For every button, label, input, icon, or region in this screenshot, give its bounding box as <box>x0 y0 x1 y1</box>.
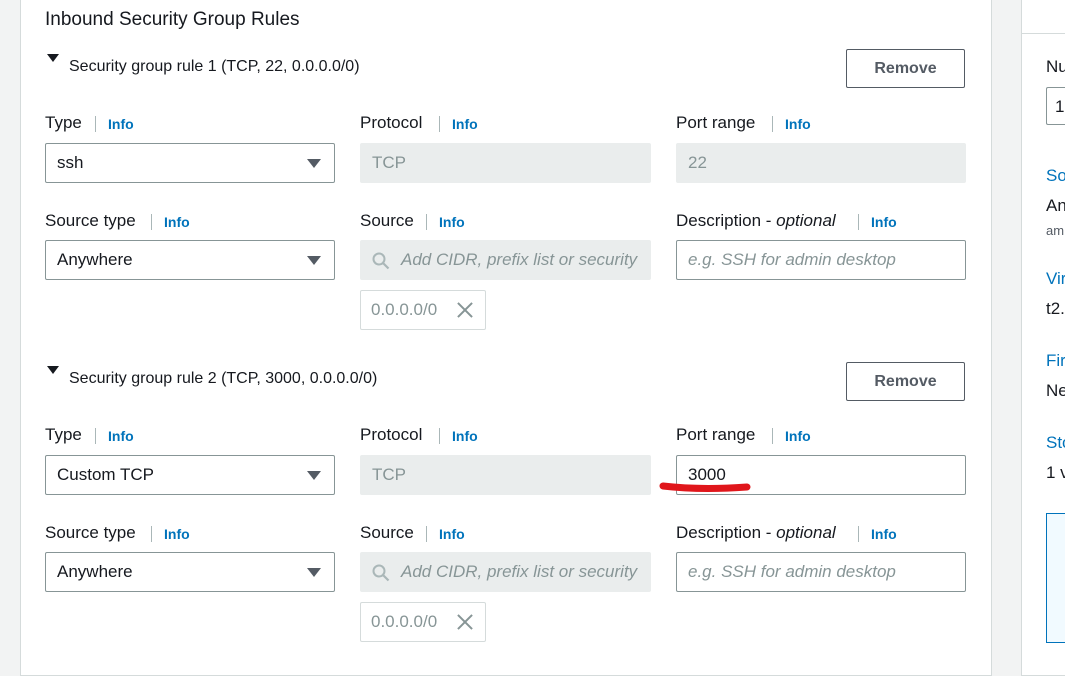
description-info-link[interactable]: Info <box>871 214 897 230</box>
chevron-down-icon <box>307 568 321 577</box>
type-select-value: Custom TCP <box>57 465 154 484</box>
type-select[interactable]: Custom TCP <box>45 455 335 495</box>
collapse-caret-icon[interactable] <box>47 366 59 374</box>
rule-2-header[interactable]: Security group rule 2 (TCP, 3000, 0.0.0.… <box>69 370 377 388</box>
section-title: Inbound Security Group Rules <box>45 9 300 30</box>
divider <box>95 116 96 132</box>
software-image-link[interactable]: So <box>1046 166 1065 186</box>
rule-1-header[interactable]: Security group rule 1 (TCP, 22, 0.0.0.0/… <box>69 58 360 76</box>
protocol-label: Protocol <box>360 425 423 444</box>
protocol-info-link[interactable]: Info <box>452 428 478 444</box>
protocol-label: Protocol <box>360 113 423 132</box>
virtual-server-link[interactable]: Vir <box>1046 269 1065 289</box>
type-select-value: ssh <box>57 153 84 172</box>
divider <box>772 428 773 444</box>
source-type-value: Anywhere <box>57 562 133 581</box>
info-box <box>1046 513 1065 643</box>
port-range-info-link[interactable]: Info <box>785 428 811 444</box>
description-info-link[interactable]: Info <box>871 526 897 542</box>
type-info-link[interactable]: Info <box>108 116 134 132</box>
source-token: 0.0.0.0/0 <box>360 602 486 642</box>
software-image-value: An <box>1046 196 1065 215</box>
source-search-input[interactable]: Add CIDR, prefix list or security <box>360 552 651 592</box>
port-range-label: Port range <box>676 113 756 132</box>
source-token-value: 0.0.0.0/0 <box>371 300 438 319</box>
number-of-instances-label: Nu <box>1046 57 1065 76</box>
red-underline-annotation <box>659 482 751 492</box>
search-icon <box>372 252 390 270</box>
port-range-label: Port range <box>676 425 756 444</box>
source-token: 0.0.0.0/0 <box>360 290 486 330</box>
remove-rule-1-button[interactable]: Remove <box>846 49 965 88</box>
description-label-text: Description - <box>676 523 777 542</box>
description-input[interactable]: e.g. SSH for admin desktop <box>676 552 966 592</box>
number-of-instances-input[interactable]: 1 <box>1046 87 1065 125</box>
storage-link[interactable]: Sto <box>1046 433 1065 453</box>
collapse-caret-icon[interactable] <box>47 54 59 62</box>
source-token-value: 0.0.0.0/0 <box>371 612 438 631</box>
source-type-label: Source type <box>45 211 136 230</box>
source-info-link[interactable]: Info <box>439 526 465 542</box>
description-label: Description - optional <box>676 211 836 231</box>
source-type-select[interactable]: Anywhere <box>45 240 335 280</box>
source-label: Source <box>360 523 414 542</box>
optional-label: optional <box>776 211 836 230</box>
summary-panel: Nu 1 So An am Vir t2. Fir Ne Sto 1 v <box>1021 0 1065 676</box>
description-label: Description - optional <box>676 523 836 543</box>
divider <box>439 116 440 132</box>
divider <box>151 526 152 542</box>
protocol-field: TCP <box>360 143 651 183</box>
firewall-link[interactable]: Fir <box>1046 351 1065 371</box>
close-icon[interactable] <box>457 614 473 630</box>
type-label: Type <box>45 113 82 132</box>
search-icon <box>372 564 390 582</box>
divider <box>858 214 859 230</box>
firewall-value: Ne <box>1046 381 1065 400</box>
description-input[interactable]: e.g. SSH for admin desktop <box>676 240 966 280</box>
description-label-text: Description - <box>676 211 777 230</box>
source-type-label: Source type <box>45 523 136 542</box>
software-image-subtext: am <box>1046 223 1065 238</box>
divider <box>439 428 440 444</box>
protocol-field: TCP <box>360 455 651 495</box>
remove-rule-2-button[interactable]: Remove <box>846 362 965 401</box>
chevron-down-icon <box>307 159 321 168</box>
chevron-down-icon <box>307 471 321 480</box>
source-type-value: Anywhere <box>57 250 133 269</box>
source-type-info-link[interactable]: Info <box>164 214 190 230</box>
close-icon[interactable] <box>457 302 473 318</box>
optional-label: optional <box>776 523 836 542</box>
source-info-link[interactable]: Info <box>439 214 465 230</box>
type-info-link[interactable]: Info <box>108 428 134 444</box>
storage-value: 1 v <box>1046 463 1065 482</box>
inbound-rules-panel: Inbound Security Group Rules Security gr… <box>20 0 992 676</box>
type-label: Type <box>45 425 82 444</box>
virtual-server-value: t2. <box>1046 299 1065 318</box>
source-placeholder: Add CIDR, prefix list or security <box>401 562 638 581</box>
source-search-input[interactable]: Add CIDR, prefix list or security <box>360 240 651 280</box>
divider <box>151 214 152 230</box>
type-select[interactable]: ssh <box>45 143 335 183</box>
chevron-down-icon <box>307 256 321 265</box>
source-type-info-link[interactable]: Info <box>164 526 190 542</box>
number-of-instances-value: 1 <box>1055 97 1065 116</box>
divider <box>426 214 427 230</box>
source-placeholder: Add CIDR, prefix list or security <box>401 250 638 269</box>
divider <box>1022 33 1065 34</box>
port-range-info-link[interactable]: Info <box>785 116 811 132</box>
port-range-field: 22 <box>676 143 966 183</box>
divider <box>95 428 96 444</box>
source-type-select[interactable]: Anywhere <box>45 552 335 592</box>
divider <box>772 116 773 132</box>
divider <box>426 526 427 542</box>
source-label: Source <box>360 211 414 230</box>
divider <box>858 526 859 542</box>
protocol-info-link[interactable]: Info <box>452 116 478 132</box>
